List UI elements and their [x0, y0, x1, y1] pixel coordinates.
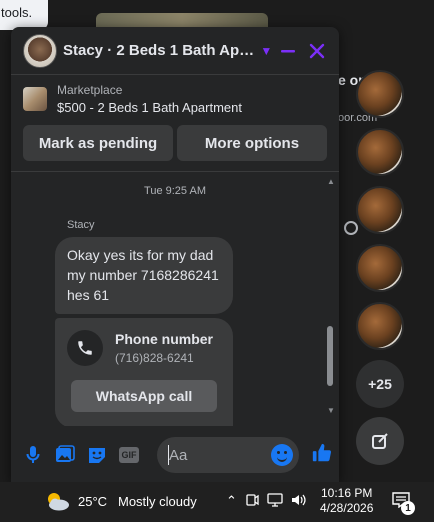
chat-head-avatar[interactable] [356, 70, 404, 118]
listing-source: Marketplace [57, 83, 123, 97]
message-input[interactable] [169, 446, 269, 464]
more-chats-count: +25 [368, 376, 392, 392]
volume-icon[interactable] [291, 493, 307, 507]
emoji-icon[interactable] [271, 444, 293, 466]
taskbar: 25°C Mostly cloudy ⌃ 10:16 PM 4/28/2026 … [0, 482, 434, 522]
avatar[interactable] [23, 33, 57, 68]
marketplace-listing[interactable]: Marketplace $500 - 2 Beds 1 Bath Apartme… [11, 75, 339, 115]
system-clock[interactable]: 10:16 PM 4/28/2026 [320, 486, 373, 516]
chat-head-avatar[interactable] [356, 244, 404, 292]
meet-now-icon[interactable] [245, 493, 259, 507]
chevron-down-icon[interactable]: ▼ [260, 44, 272, 58]
photo-icon[interactable] [55, 445, 75, 465]
system-tray: ⌃ [226, 493, 307, 509]
chat-head-avatar[interactable] [356, 128, 404, 176]
sender-name: Stacy [67, 219, 95, 231]
partly-cloudy-icon[interactable] [44, 490, 70, 512]
thumbs-up-icon [312, 443, 332, 461]
scroll-down-arrow[interactable]: ▼ [327, 406, 335, 415]
chat-head-avatar[interactable] [356, 302, 404, 350]
more-options-button[interactable]: More options [177, 125, 327, 161]
scrollbar-thumb[interactable] [327, 326, 333, 386]
close-icon [310, 43, 325, 58]
page-background-strip [0, 0, 10, 482]
network-icon[interactable] [267, 493, 283, 507]
listing-actions: Mark as pending More options [11, 115, 339, 161]
chat-header: Stacy · 2 Beds 1 Bath Apart··· ▼ [11, 27, 339, 75]
background-page-fragment: tools. [0, 0, 48, 30]
chat-head-avatar[interactable] [356, 186, 404, 234]
message-timestamp: Tue 9:25 AM [144, 185, 206, 197]
text-caret [168, 445, 169, 465]
chat-heads-rail [356, 70, 404, 360]
minimize-icon [280, 49, 295, 52]
message-composer: GIF [11, 428, 339, 482]
weather-temperature[interactable]: 25°C [78, 494, 107, 509]
gif-icon[interactable]: GIF [119, 445, 139, 465]
listing-thumbnail [23, 87, 47, 111]
divider [11, 171, 339, 172]
mark-as-pending-button[interactable]: Mark as pending [23, 125, 173, 161]
phone-number-card[interactable]: Phone number (716)828-6241 WhatsApp call [55, 318, 233, 426]
scroll-up-arrow[interactable]: ▲ [327, 177, 335, 186]
phone-card-number: (716)828-6241 [115, 351, 194, 365]
listing-name: $500 - 2 Beds 1 Bath Apartment [57, 100, 243, 115]
compose-icon [372, 433, 388, 449]
phone-card-title: Phone number [115, 331, 214, 347]
phone-icon [67, 330, 103, 366]
sticker-icon[interactable] [87, 445, 107, 465]
message-bubble[interactable]: Okay yes its for my dad my number 716828… [55, 237, 233, 314]
close-button[interactable] [304, 37, 331, 65]
chat-title[interactable]: Stacy · 2 Beds 1 Bath Apart··· [63, 42, 254, 59]
clock-date: 4/28/2026 [320, 501, 374, 515]
background-fragment-text: tools. [1, 5, 33, 20]
messenger-chat-window: Stacy · 2 Beds 1 Bath Apart··· ▼ Marketp… [11, 27, 339, 482]
like-button[interactable] [311, 442, 333, 469]
chevron-up-icon[interactable]: ⌃ [226, 493, 237, 509]
message-input-box[interactable] [157, 437, 299, 473]
notification-badge: 1 [401, 501, 415, 515]
clock-time: 10:16 PM [321, 486, 373, 500]
message-thread[interactable]: Tue 9:25 AM Stacy Okay yes its for my da… [11, 173, 339, 426]
new-message-button[interactable] [356, 417, 404, 465]
weather-condition[interactable]: Mostly cloudy [118, 494, 197, 509]
microphone-icon[interactable] [23, 445, 43, 465]
more-chats-button[interactable]: +25 [356, 360, 404, 408]
whatsapp-call-button[interactable]: WhatsApp call [71, 380, 217, 412]
minimize-button[interactable] [274, 37, 301, 65]
